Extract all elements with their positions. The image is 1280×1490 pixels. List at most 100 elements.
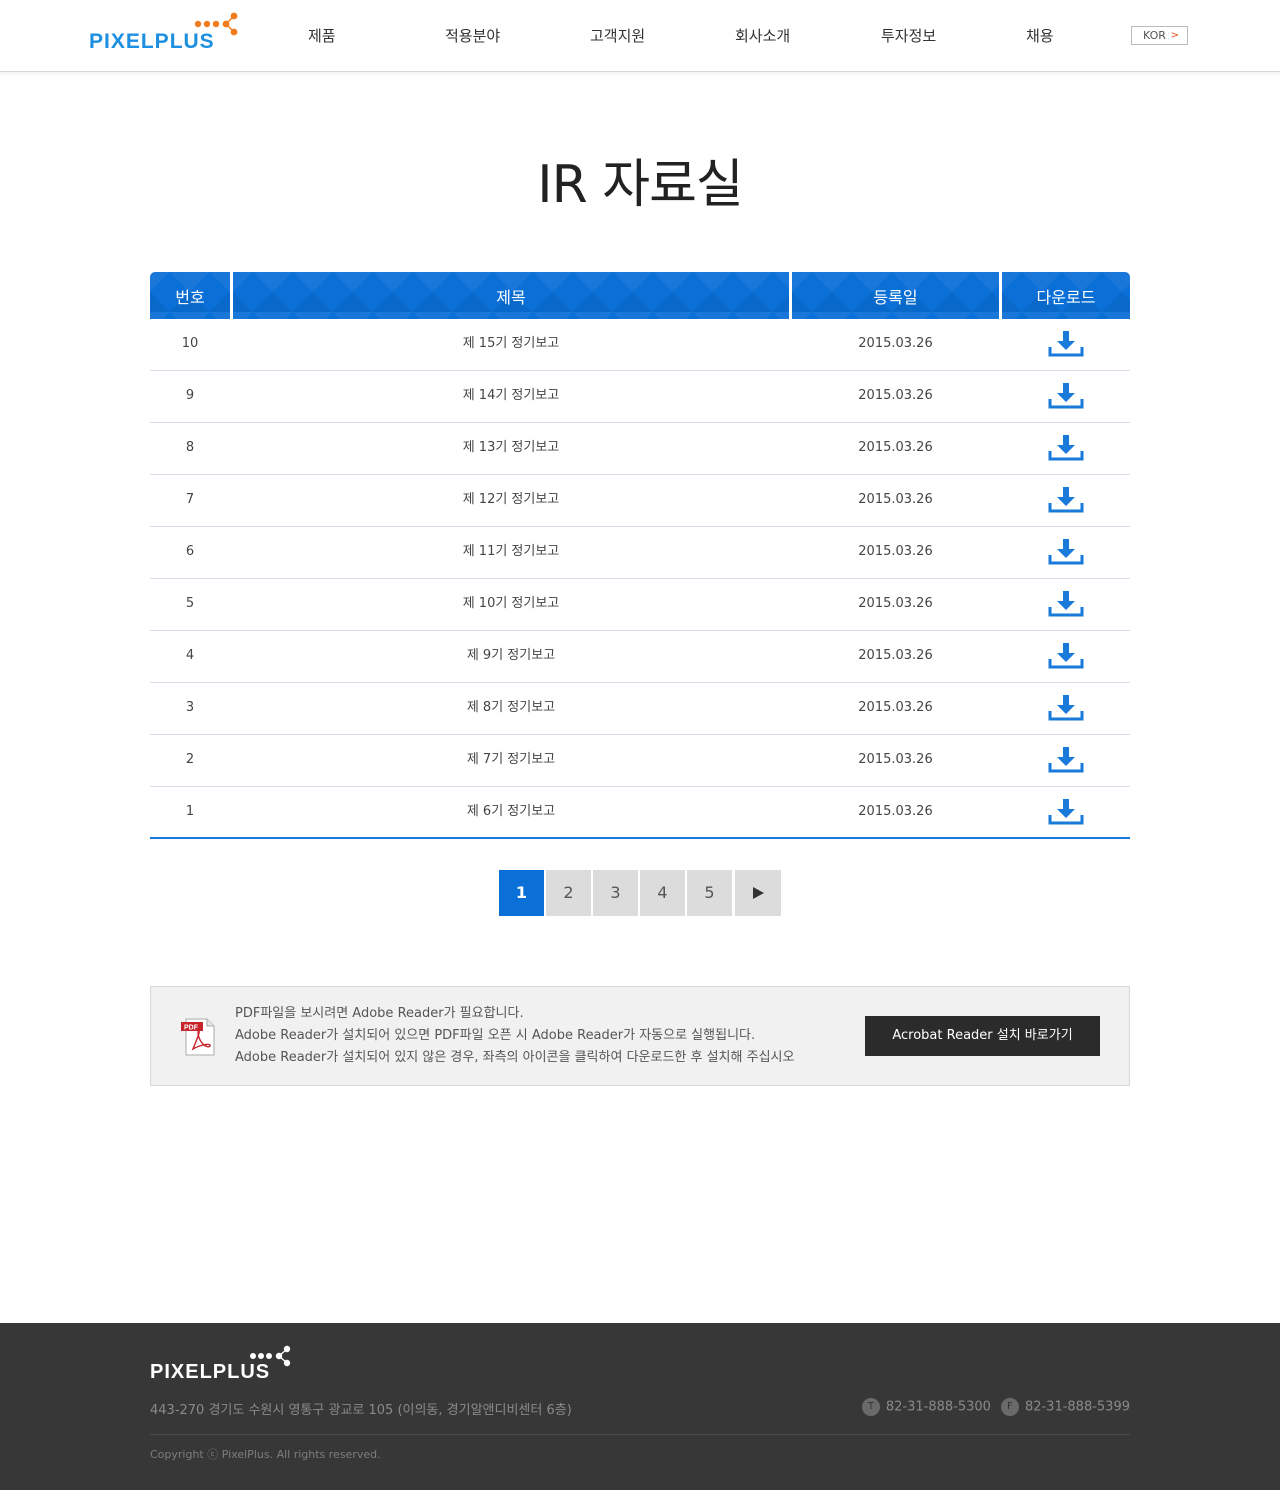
download-icon[interactable] — [1048, 538, 1084, 566]
page-title: IR 자료실 — [537, 155, 744, 215]
header-download: 다운로드 — [1002, 272, 1130, 319]
row-date: 2015.03.26 — [858, 440, 933, 455]
row-number: 5 — [185, 596, 195, 611]
row-date: 2015.03.26 — [858, 596, 933, 611]
row-date: 2015.03.26 — [858, 336, 933, 351]
table-row: 2 제 7기 정기보고 2015.03.26 — [150, 735, 1130, 787]
download-icon[interactable] — [1048, 694, 1084, 722]
row-number: 2 — [185, 752, 195, 767]
footer-divider — [150, 1434, 1130, 1435]
download-icon[interactable] — [1048, 590, 1084, 618]
table-header: 번호 제목 등록일 다운로드 — [150, 272, 1130, 319]
row-date: 2015.03.26 — [858, 648, 933, 663]
footer-fax: 82-31-888-5399 — [1024, 1399, 1130, 1415]
nav-item-applications[interactable]: 적용분야 — [445, 25, 500, 46]
row-number: 6 — [185, 544, 195, 559]
row-title[interactable]: 제 12기 정기보고 — [233, 475, 789, 525]
row-download — [1002, 527, 1130, 577]
nav-item-products[interactable]: 제품 — [308, 25, 336, 46]
download-icon[interactable] — [1048, 382, 1084, 410]
table-row: 7 제 12기 정기보고 2015.03.26 — [150, 475, 1130, 527]
site-footer: PIXELPLUS 443-270 경기도 수원시 영통구 광교로 105 (이… — [0, 1323, 1280, 1490]
adobe-reader-notice: PDF PDF파일을 보시려면 Adobe Reader가 필요합니다. Ado… — [150, 986, 1130, 1086]
pdf-file-icon[interactable]: PDF — [180, 1017, 218, 1057]
row-download — [1002, 631, 1130, 681]
table-row: 8 제 13기 정기보고 2015.03.26 — [150, 423, 1130, 475]
next-page-button[interactable] — [735, 870, 781, 916]
row-download — [1002, 475, 1130, 525]
footer-tel: 82-31-888-5300 — [885, 1399, 991, 1415]
row-title[interactable]: 제 10기 정기보고 — [233, 579, 789, 629]
footer-logo: PIXELPLUS — [150, 1345, 295, 1383]
table-row: 10 제 15기 정기보고 2015.03.26 — [150, 319, 1130, 371]
row-number: 7 — [185, 492, 195, 507]
download-icon[interactable] — [1048, 798, 1084, 826]
notice-line-3: Adobe Reader가 설치되어 있지 않은 경우, 좌측의 아이콘을 클릭… — [235, 1050, 795, 1065]
table-row: 6 제 11기 정기보고 2015.03.26 — [150, 527, 1130, 579]
nav-item-company[interactable]: 회사소개 — [735, 25, 790, 46]
page-button-4[interactable]: 4 — [640, 870, 685, 916]
page-button-3[interactable]: 3 — [593, 870, 638, 916]
row-download — [1002, 371, 1130, 421]
download-icon[interactable] — [1048, 434, 1084, 462]
page-button-1[interactable]: 1 — [499, 870, 544, 916]
table-row: 3 제 8기 정기보고 2015.03.26 — [150, 683, 1130, 735]
row-title[interactable]: 제 6기 정기보고 — [233, 787, 789, 837]
footer-contact: T 82-31-888-5300 F 82-31-888-5399 — [861, 1398, 1130, 1416]
table-body: 10 제 15기 정기보고 2015.03.26 9 제 14기 정기보고 2015.03… — [150, 319, 1130, 839]
row-number: 4 — [185, 648, 195, 663]
phone-badge-icon: T — [861, 1398, 880, 1416]
nav-item-careers[interactable]: 채용 — [1026, 25, 1054, 46]
notice-line-2: Adobe Reader가 설치되어 있으면 PDF파일 오픈 시 Adobe … — [235, 1028, 756, 1043]
nav-item-investor[interactable]: 투자정보 — [881, 25, 936, 46]
row-number: 1 — [185, 804, 195, 819]
row-date: 2015.03.26 — [858, 492, 933, 507]
row-download — [1002, 319, 1130, 369]
table-row: 5 제 10기 정기보고 2015.03.26 — [150, 579, 1130, 631]
row-number: 8 — [185, 440, 195, 455]
row-download — [1002, 735, 1130, 785]
row-date: 2015.03.26 — [858, 544, 933, 559]
row-download — [1002, 579, 1130, 629]
footer-logo-text: PIXELPLUS — [150, 1361, 271, 1383]
footer-copyright: Copyright ⓒ PixelPlus. All rights reserv… — [150, 1448, 381, 1461]
pdf-icon-label: PDF — [184, 1025, 199, 1032]
language-selector[interactable]: KOR > — [1131, 26, 1188, 45]
language-label: KOR — [1143, 29, 1166, 42]
acrobat-install-button[interactable]: Acrobat Reader 설치 바로가기 — [865, 1016, 1100, 1056]
table-row: 9 제 14기 정기보고 2015.03.26 — [150, 371, 1130, 423]
pagination: 1 2 3 4 5 — [499, 870, 781, 916]
notice-text: PDF파일을 보시려면 Adobe Reader가 필요합니다. Adobe R… — [235, 1003, 794, 1069]
download-icon[interactable] — [1048, 486, 1084, 514]
row-title[interactable]: 제 11기 정기보고 — [233, 527, 789, 577]
ir-table: 번호 제목 등록일 다운로드 10 제 15기 정기보고 2015.03.26 9 제 … — [150, 272, 1130, 839]
header-title: 제목 — [233, 272, 789, 319]
footer-address: 443-270 경기도 수원시 영통구 광교로 105 (이의동, 경기알앤디비… — [150, 1403, 572, 1418]
row-title[interactable]: 제 14기 정기보고 — [233, 371, 789, 421]
table-row: 1 제 6기 정기보고 2015.03.26 — [150, 787, 1130, 839]
header-number: 번호 — [150, 272, 230, 319]
row-download — [1002, 683, 1130, 733]
row-date: 2015.03.26 — [858, 752, 933, 767]
row-date: 2015.03.26 — [858, 388, 933, 403]
site-header: PIXELPLUS 제품 적용분야 고객지원 회사소개 투자정보 채용 KOR … — [0, 0, 1280, 72]
download-icon[interactable] — [1048, 330, 1084, 358]
nav-item-support[interactable]: 고객지원 — [590, 25, 645, 46]
row-title[interactable]: 제 7기 정기보고 — [233, 735, 789, 785]
row-number: 10 — [181, 336, 199, 351]
row-title[interactable]: 제 8기 정기보고 — [233, 683, 789, 733]
row-title[interactable]: 제 13기 정기보고 — [233, 423, 789, 473]
row-title[interactable]: 제 9기 정기보고 — [233, 631, 789, 681]
page-button-5[interactable]: 5 — [687, 870, 732, 916]
row-date: 2015.03.26 — [858, 700, 933, 715]
download-icon[interactable] — [1048, 642, 1084, 670]
chevron-right-icon: > — [1170, 30, 1179, 41]
row-title[interactable]: 제 15기 정기보고 — [233, 319, 789, 369]
row-number: 3 — [185, 700, 195, 715]
row-download — [1002, 423, 1130, 473]
header-date: 등록일 — [792, 272, 999, 319]
play-next-icon — [753, 887, 764, 899]
notice-line-1: PDF파일을 보시려면 Adobe Reader가 필요합니다. — [235, 1006, 524, 1021]
download-icon[interactable] — [1048, 746, 1084, 774]
page-button-2[interactable]: 2 — [546, 870, 591, 916]
